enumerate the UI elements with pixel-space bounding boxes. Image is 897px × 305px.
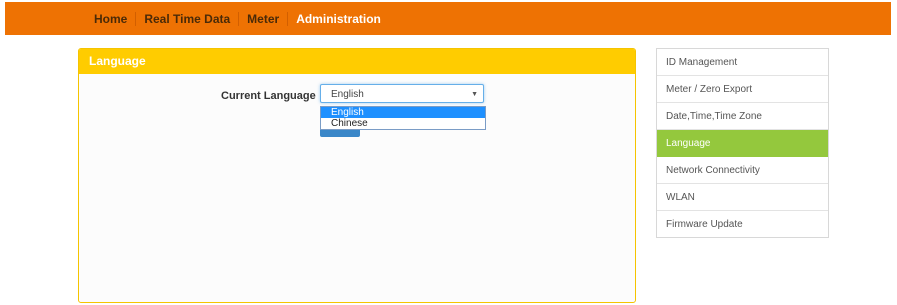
- nav-administration[interactable]: Administration: [288, 12, 389, 26]
- nav-meter[interactable]: Meter: [239, 12, 287, 26]
- language-panel: Language Current Language English ▼ Engl…: [78, 48, 636, 303]
- sidebar-item-meter-zero-export[interactable]: Meter / Zero Export: [657, 76, 828, 103]
- sidebar-item-wlan[interactable]: WLAN: [657, 184, 828, 211]
- nav-home[interactable]: Home: [86, 12, 135, 26]
- sidebar-item-firmware-update[interactable]: Firmware Update: [657, 211, 828, 238]
- sidebar-item-date-time[interactable]: Date,Time,Time Zone: [657, 103, 828, 130]
- language-dropdown-list: English Chinese: [320, 106, 486, 130]
- admin-sidebar: ID Management Meter / Zero Export Date,T…: [656, 48, 829, 238]
- sidebar-item-id-management[interactable]: ID Management: [657, 49, 828, 76]
- main-nav: Home Real Time Data Meter Administration: [86, 2, 389, 35]
- sidebar-item-network-connectivity[interactable]: Network Connectivity: [657, 157, 828, 184]
- language-option-chinese[interactable]: Chinese: [321, 118, 485, 129]
- language-select-value: English: [331, 89, 364, 100]
- panel-title: Language: [79, 49, 635, 74]
- current-language-label: Current Language: [221, 90, 316, 102]
- sidebar-item-language[interactable]: Language: [657, 130, 828, 157]
- language-option-english[interactable]: English: [321, 107, 485, 118]
- language-select[interactable]: English ▼: [320, 84, 484, 103]
- top-navbar: Home Real Time Data Meter Administration: [5, 2, 891, 35]
- caret-down-icon: ▼: [471, 91, 478, 98]
- nav-real-time-data[interactable]: Real Time Data: [136, 12, 238, 26]
